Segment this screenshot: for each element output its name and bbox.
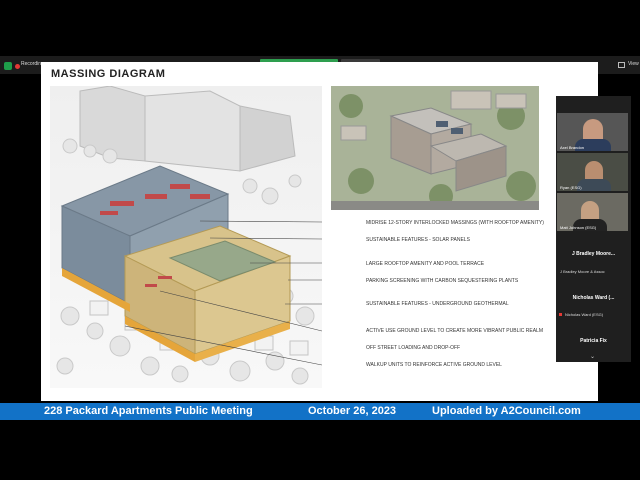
legend-item: LARGE ROOFTOP AMENITY AND POOL TERRACE (366, 261, 485, 267)
banner-date: October 26, 2023 (308, 405, 397, 417)
legend-item: MIDRISE 12-STORY INTERLOCKED MASSINGS (W… (366, 220, 544, 226)
participant-name: Axel Brandon (560, 145, 585, 150)
participant-name: Matt Johnson (ESG) (560, 225, 597, 230)
legend-item: SUSTAINABLE FEATURES - UNDERGROUND GEOTH… (366, 301, 509, 307)
participant-video-tile[interactable]: Axel Brandon (557, 113, 628, 151)
banner-title: 228 Packard Apartments Public Meeting (44, 405, 253, 417)
aerial-rendering-image (331, 86, 539, 210)
recording-icon (15, 64, 20, 69)
participant-subtitle: J Bradley Moore & Assoc (560, 269, 605, 274)
participant-name: Ryan (ESG) (560, 185, 582, 190)
legend-item: WALKUP UNITS TO REINFORCE ACTIVE GROUND … (366, 362, 502, 368)
participants-panel: Axel Brandon Ryan (ESG) Matt Johnson (ES… (556, 96, 631, 362)
legend-item: ACTIVE USE GROUND LEVEL TO CREATE MORE V… (366, 328, 543, 334)
participant-list-item[interactable]: J Bradley Moore... (557, 251, 630, 257)
grid-view-icon[interactable] (618, 62, 625, 68)
avatar-body (577, 179, 611, 191)
shared-slide: MASSING DIAGRAM MIDRISE 12-STORY INTERLO… (41, 62, 598, 401)
participant-list-item[interactable]: Nicholas Ward (... (557, 295, 630, 301)
muted-mic-icon (559, 313, 562, 316)
participant-subtitle: Nicholas Ward (ESG) (565, 312, 604, 317)
security-shield-icon (4, 62, 12, 70)
legend-item: PARKING SCREENING WITH CARBON SEQUESTERI… (366, 278, 519, 284)
participant-list-item[interactable]: Patricia Fix (557, 338, 630, 344)
participant-video-tile[interactable]: Matt Johnson (ESG) (557, 193, 628, 231)
massing-diagram-image (50, 86, 322, 388)
banner-credit: Uploaded by A2Council.com (432, 405, 581, 417)
legend-item: SUSTAINABLE FEATURES - SOLAR PANELS (366, 237, 470, 243)
caption-banner: 228 Packard Apartments Public Meeting Oc… (0, 403, 640, 420)
view-button[interactable]: View (628, 61, 639, 67)
slide-title: MASSING DIAGRAM (51, 68, 166, 80)
chevron-down-icon[interactable]: ⌄ (590, 353, 595, 360)
legend-item: OFF STREET LOADING AND DROP-OFF (366, 345, 461, 351)
participant-video-tile[interactable]: Ryan (ESG) (557, 153, 628, 191)
